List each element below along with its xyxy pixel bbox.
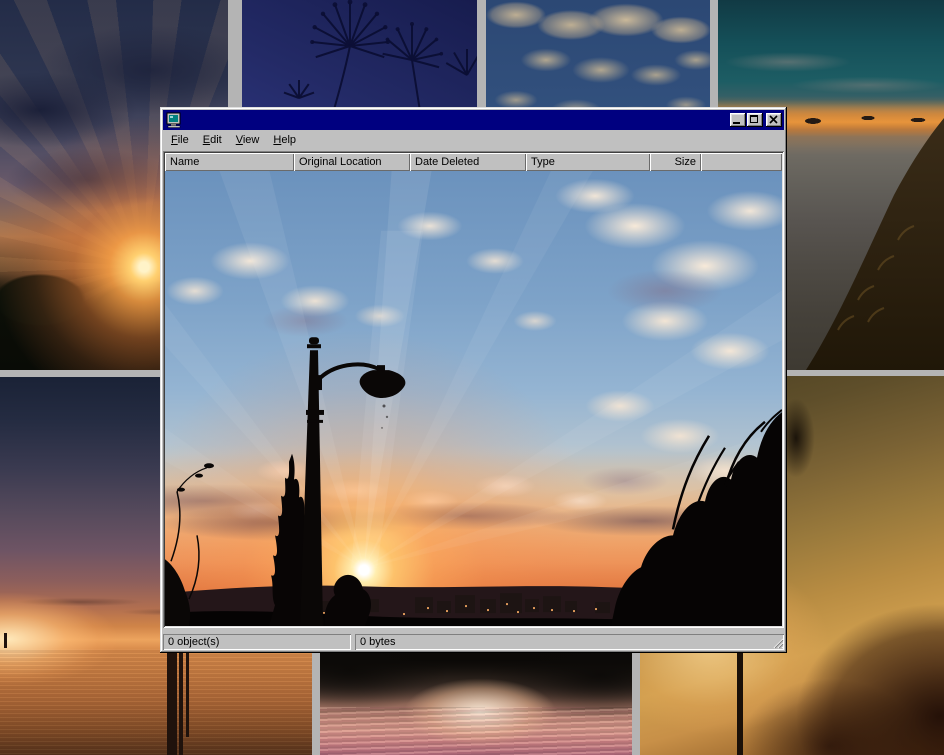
list-view-frame: NameOriginal LocationDate DeletedTypeSiz…: [163, 151, 784, 628]
ripple-texture: [320, 707, 632, 755]
menu-bar: FileEditViewHelp: [163, 130, 784, 151]
minimize-button[interactable]: [730, 113, 746, 127]
close-icon: [769, 115, 778, 124]
lake-pole: [4, 633, 7, 648]
column-header-size[interactable]: Size: [650, 153, 701, 171]
screen: { "desktop": { "background_color": "#b4b…: [0, 0, 944, 755]
maximize-icon: [750, 115, 758, 123]
status-size: 0 bytes: [355, 634, 784, 650]
lake-pole: [167, 650, 177, 755]
column-header-name[interactable]: Name: [165, 153, 294, 171]
minimize-icon: [733, 122, 740, 124]
column-header-original-location[interactable]: Original Location: [294, 153, 410, 171]
column-header-row: NameOriginal LocationDate DeletedTypeSiz…: [165, 153, 782, 171]
lake-pole: [179, 650, 183, 755]
menu-item-help[interactable]: Help: [266, 132, 303, 149]
column-header-filler: [701, 153, 782, 171]
titlebar[interactable]: [163, 110, 784, 130]
column-header-type[interactable]: Type: [526, 153, 650, 171]
close-button[interactable]: [766, 113, 782, 127]
status-bar: 0 object(s) 0 bytes: [163, 630, 784, 650]
status-objects: 0 object(s): [163, 634, 351, 650]
menu-item-view[interactable]: View: [229, 132, 267, 149]
wallpaper-tile-water-reflection: [320, 640, 632, 755]
menu-item-edit[interactable]: Edit: [196, 132, 229, 149]
lake-water-texture: [0, 649, 312, 755]
menu-item-file[interactable]: File: [164, 132, 196, 149]
recycle-bin-list-area[interactable]: [165, 171, 782, 626]
recycle-bin-window: FileEditViewHelp NameOriginal LocationDa…: [160, 107, 787, 653]
maximize-button[interactable]: [747, 113, 763, 127]
resize-grip[interactable]: [771, 636, 784, 649]
lake-pole: [186, 652, 189, 737]
sunset-lamppost-photo: [165, 171, 782, 626]
computer-icon[interactable]: [166, 112, 182, 128]
column-header-date-deleted[interactable]: Date Deleted: [410, 153, 526, 171]
